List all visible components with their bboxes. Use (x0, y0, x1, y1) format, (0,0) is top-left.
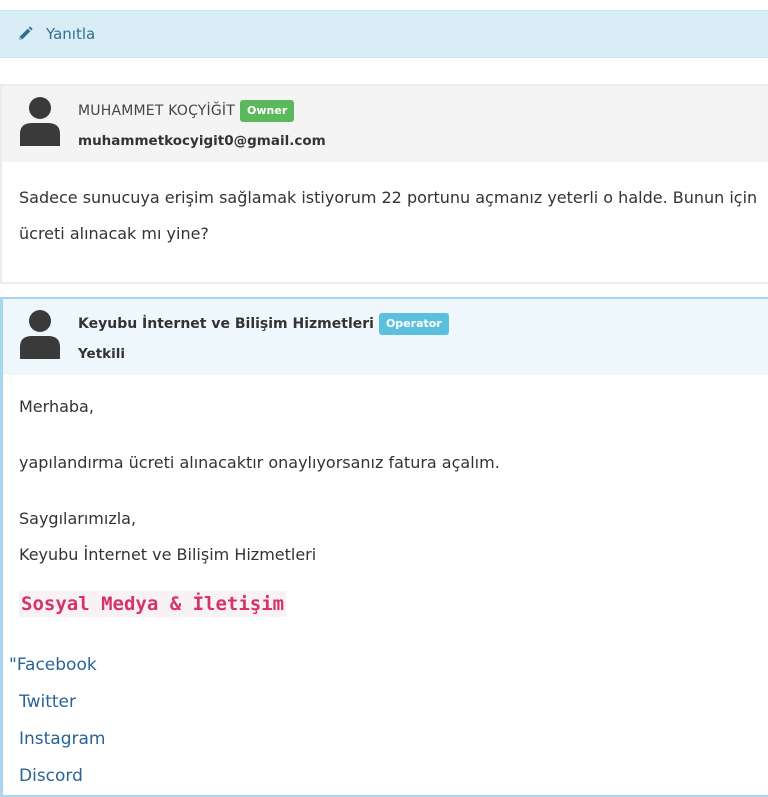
message-line: Sadece sunucuya erişim sağlamak istiyoru… (19, 188, 758, 207)
message-header: Keyubu İnternet ve Bilişim Hizmetleri Op… (3, 299, 768, 375)
message-line: ücreti alınacak mı yine? (19, 224, 209, 243)
closing: Saygılarımızla, (19, 509, 137, 528)
ticket-message-client: MUHAMMET KOÇYİĞİT Owner muhammetkocyigit… (0, 84, 768, 284)
author-line: MUHAMMET KOÇYİĞİT Owner (78, 100, 295, 122)
author-name: Keyubu İnternet ve Bilişim Hizmetleri (78, 316, 374, 332)
pencil-icon (18, 26, 33, 41)
user-avatar-icon (20, 97, 60, 146)
owner-badge: Owner (240, 100, 295, 122)
message-body: Sadece sunucuya erişim sağlamak istiyoru… (2, 162, 768, 252)
social-heading: Sosyal Medya & İletişim (19, 591, 287, 617)
reply-label: Yanıtla (46, 25, 96, 43)
facebook-link[interactable]: "Facebook (9, 647, 768, 684)
social-links: "Facebook Twitter Instagram Discord (9, 647, 768, 795)
reply-button[interactable]: Yanıtla (0, 10, 768, 58)
user-avatar-icon (20, 310, 60, 359)
author-line: Keyubu İnternet ve Bilişim Hizmetleri Op… (78, 313, 449, 335)
operator-badge: Operator (378, 313, 449, 335)
message-text: yapılandırma ücreti alınacaktır onaylıyo… (19, 453, 500, 472)
greeting: Merhaba, (19, 397, 94, 416)
author-role: Yetkili (78, 346, 126, 362)
message-body: Merhaba, yapılandırma ücreti alınacaktır… (3, 375, 768, 795)
author-email: muhammetkocyigit0@gmail.com (78, 133, 326, 149)
author-name: MUHAMMET KOÇYİĞİT (78, 103, 236, 119)
discord-link[interactable]: Discord (9, 758, 768, 795)
twitter-link[interactable]: Twitter (9, 684, 768, 721)
instagram-link[interactable]: Instagram (9, 721, 768, 758)
message-header: MUHAMMET KOÇYİĞİT Owner muhammetkocyigit… (2, 86, 768, 162)
ticket-message-staff: Keyubu İnternet ve Bilişim Hizmetleri Op… (0, 297, 768, 797)
signature: Keyubu İnternet ve Bilişim Hizmetleri (19, 545, 317, 564)
